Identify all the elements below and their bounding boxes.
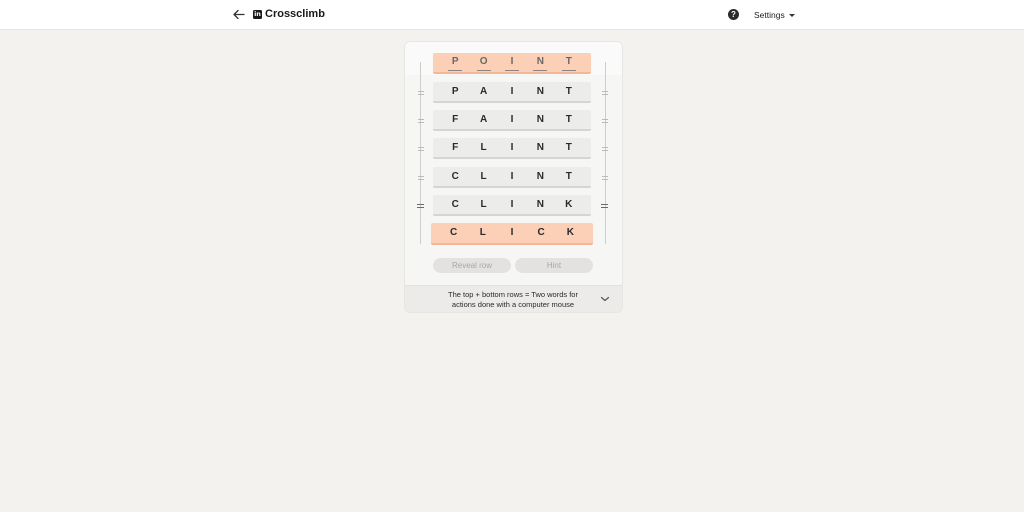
letter-tile: N: [536, 170, 544, 182]
clue-text: The top + bottom rows = Two words for ac…: [435, 290, 591, 309]
word-row[interactable]: F A I N T: [433, 110, 591, 131]
settings-label: Settings: [754, 10, 785, 20]
left-rail: [420, 62, 421, 244]
letter-tile: I: [510, 198, 514, 210]
word-row[interactable]: F L I N T: [433, 138, 591, 159]
arrow-left-icon: [232, 9, 245, 19]
word-row[interactable]: C L I N T: [433, 167, 591, 188]
right-rail: [605, 62, 606, 244]
letter-tile: L: [480, 170, 487, 182]
clue-line-2: actions done with a computer mouse: [451, 299, 575, 309]
equals-icon: [602, 176, 608, 180]
letter-tile: C: [451, 198, 459, 210]
letter-tile: L: [479, 227, 486, 238]
equals-icon: [602, 147, 608, 151]
word-row[interactable]: C L I N K: [433, 195, 591, 216]
letter-tile: K: [565, 198, 573, 210]
letter-tile: C: [451, 170, 459, 182]
app-title: Crossclimb: [265, 8, 325, 20]
equals-icon: [602, 119, 608, 123]
letter-tile: L: [480, 141, 487, 153]
clue-line-1: The top + bottom rows = Two words for: [448, 290, 578, 299]
letter-tile: T: [565, 170, 572, 182]
top-bar: in Crossclimb ? Settings: [0, 0, 1024, 30]
hint-button[interactable]: Hint: [515, 258, 593, 273]
equals-icon: [418, 147, 424, 151]
chevron-down-icon[interactable]: [600, 295, 610, 303]
letter-tile: A: [479, 113, 488, 125]
word-row-bottom[interactable]: C L I C K: [431, 223, 593, 245]
equals-icon: [418, 119, 424, 123]
word-row[interactable]: P A I N T: [433, 82, 591, 103]
settings-dropdown[interactable]: Settings: [754, 10, 795, 20]
letter-tile: C: [449, 227, 458, 238]
letter-tile: I: [510, 85, 514, 97]
equals-icon: [602, 91, 608, 95]
reveal-row-button[interactable]: Reveal row: [433, 258, 511, 273]
letter-tile: F: [452, 113, 459, 125]
game-card: P O I N T P A I N T F A I N T F L I N T …: [404, 41, 623, 313]
letter-tile: N: [536, 85, 544, 97]
clue-bar[interactable]: The top + bottom rows = Two words for ac…: [405, 285, 622, 312]
equals-icon: [418, 91, 424, 95]
letter-tile: N: [536, 141, 544, 153]
letter-tile: I: [510, 170, 514, 182]
linkedin-logo-icon: in: [253, 9, 262, 19]
letter-tile: F: [452, 141, 459, 153]
letter-tile: T: [565, 141, 572, 153]
back-button[interactable]: [230, 6, 246, 22]
letter-tile: P: [451, 85, 459, 97]
letter-tile: I: [504, 55, 519, 71]
letter-tile: T: [561, 55, 576, 71]
letter-tile: T: [565, 85, 572, 97]
letter-tile: N: [536, 198, 544, 210]
word-row-top[interactable]: P O I N T: [433, 53, 591, 74]
app-brand: in Crossclimb: [253, 8, 325, 20]
letter-tile: I: [510, 141, 514, 153]
letter-tile: K: [566, 227, 574, 238]
letter-tile: I: [510, 227, 514, 238]
letter-tile: I: [510, 113, 514, 125]
letter-tile: N: [536, 113, 544, 125]
equals-icon: [601, 204, 608, 208]
letter-tile: O: [476, 55, 491, 71]
letter-tile: T: [565, 113, 572, 125]
equals-icon: [417, 204, 424, 208]
letter-tile: L: [480, 198, 487, 210]
letter-tile: N: [533, 55, 548, 71]
letter-tile: C: [537, 227, 545, 238]
caret-down-icon: [788, 13, 795, 17]
question-circle-icon[interactable]: ?: [728, 9, 739, 20]
letter-tile: P: [448, 55, 463, 71]
letter-tile: A: [479, 85, 488, 97]
equals-icon: [418, 176, 424, 180]
